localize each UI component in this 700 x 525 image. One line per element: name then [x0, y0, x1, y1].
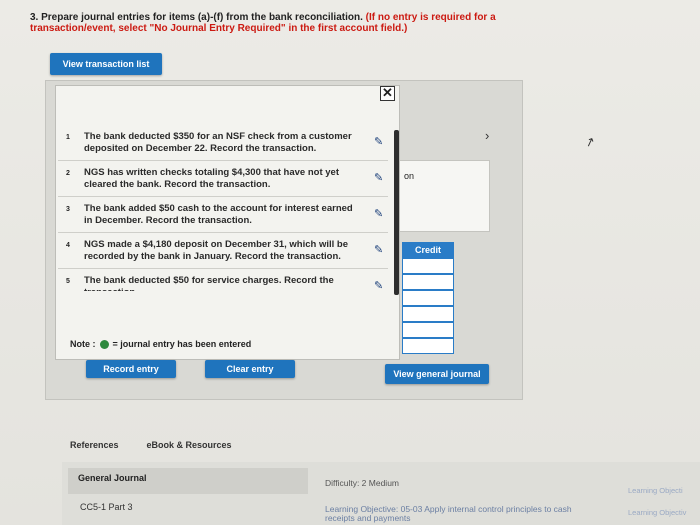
list-item[interactable]: 3 The bank added $50 cash to the account…: [58, 197, 388, 233]
item-number: 1: [66, 134, 70, 141]
close-icon[interactable]: ✕: [380, 86, 395, 101]
question-number: 3.: [30, 12, 39, 23]
learning-objective-truncated: Learning Objectiv: [628, 508, 687, 517]
list-item[interactable]: 2 NGS has written checks totaling $4,300…: [58, 161, 388, 197]
tab-ebook-resources[interactable]: eBook & Resources: [147, 440, 232, 450]
learning-objective-truncated: Learning Objecti: [628, 486, 683, 495]
status-dot-icon: [99, 339, 109, 349]
credit-input[interactable]: [402, 290, 454, 306]
chevron-right-icon[interactable]: ›: [485, 128, 489, 143]
learning-objective: Learning Objective: 05-03 Apply internal…: [325, 504, 572, 523]
item-text: The bank deducted $50 for service charge…: [84, 275, 334, 291]
credit-input[interactable]: [402, 306, 454, 322]
clear-entry-button[interactable]: Clear entry: [205, 360, 295, 378]
credit-column-header: Credit: [402, 242, 454, 258]
tab-references[interactable]: References: [70, 440, 119, 450]
item-number: 2: [66, 170, 70, 177]
list-item[interactable]: 1 The bank deducted $350 for an NSF chec…: [58, 125, 388, 161]
item-number: 5: [66, 278, 70, 285]
list-item[interactable]: 5 The bank deducted $50 for service char…: [58, 269, 388, 291]
scrollbar[interactable]: [394, 130, 399, 295]
item-text: NGS has written checks totaling $4,300 t…: [84, 167, 339, 190]
pencil-icon[interactable]: ✎: [374, 279, 383, 291]
pencil-icon[interactable]: ✎: [374, 171, 383, 184]
account-field-box: on: [398, 160, 490, 232]
credit-input[interactable]: [402, 338, 454, 354]
credit-input[interactable]: [402, 322, 454, 338]
legend-note: Note : = journal entry has been entered: [70, 339, 251, 349]
resource-tabs: References eBook & Resources: [70, 440, 232, 450]
question-prompt: 3. Prepare journal entries for items (a)…: [30, 12, 530, 34]
note-text: = journal entry has been entered: [112, 339, 252, 349]
pencil-icon[interactable]: ✎: [374, 207, 383, 220]
item-text: The bank deducted $350 for an NSF check …: [84, 131, 352, 154]
credit-input[interactable]: [402, 258, 454, 274]
part-label: CC5-1 Part 3: [80, 502, 133, 512]
pencil-icon[interactable]: ✎: [374, 135, 383, 148]
note-label: Note :: [70, 339, 96, 349]
partial-text: on: [404, 171, 415, 181]
credit-input[interactable]: [402, 274, 454, 290]
view-general-journal-button[interactable]: View general journal: [385, 364, 489, 384]
general-journal-label: General Journal: [68, 468, 308, 494]
record-entry-button[interactable]: Record entry: [86, 360, 176, 378]
item-number: 3: [66, 206, 70, 213]
view-transaction-list-button[interactable]: View transaction list: [50, 53, 162, 75]
question-text: Prepare journal entries for items (a)-(f…: [41, 12, 363, 23]
difficulty-label: Difficulty: 2 Medium: [325, 478, 400, 488]
list-item[interactable]: 4 NGS made a $4,180 deposit on December …: [58, 233, 388, 269]
item-number: 4: [66, 242, 70, 249]
item-text: The bank added $50 cash to the account f…: [84, 203, 353, 226]
pencil-icon[interactable]: ✎: [374, 243, 383, 256]
transaction-list: 1 The bank deducted $350 for an NSF chec…: [58, 125, 388, 291]
item-text: NGS made a $4,180 deposit on December 31…: [84, 239, 348, 262]
